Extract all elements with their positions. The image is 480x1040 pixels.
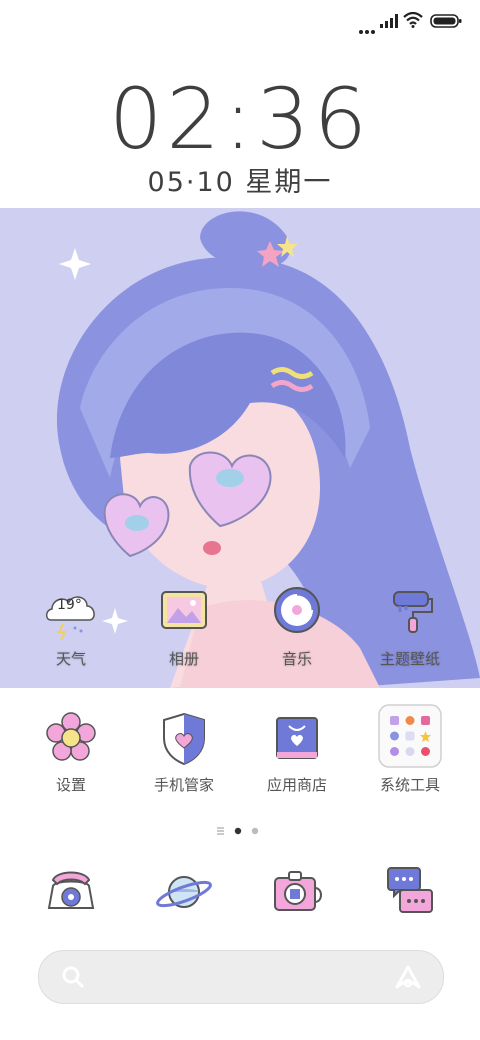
app-label: 相册 <box>168 650 199 668</box>
app-label: 应用商店 <box>266 776 327 794</box>
app-weather[interactable]: 19° 天气 <box>23 582 119 669</box>
paint-roller-icon <box>380 582 440 642</box>
gallery-icon <box>154 582 214 642</box>
signal-bars-icon <box>380 13 398 32</box>
more-dots-icon <box>358 20 376 39</box>
app-security[interactable]: 手机管家 <box>136 708 232 795</box>
phone-icon <box>41 862 101 922</box>
dock-browser[interactable] <box>136 862 232 922</box>
wifi-icon <box>403 11 423 32</box>
weather-temperature: 19° <box>57 597 82 613</box>
dock-messages[interactable] <box>362 862 458 922</box>
app-label: 主题壁纸 <box>379 650 440 668</box>
app-label: 音乐 <box>281 650 312 668</box>
app-tools-folder[interactable]: 系统工具 <box>362 704 458 795</box>
dock-camera[interactable] <box>249 862 345 922</box>
app-label: 手机管家 <box>153 776 214 794</box>
page-dots <box>217 827 259 835</box>
wallpaper-illustration: 19° 天气 相册 音乐 主题壁纸 <box>0 208 480 688</box>
flower-settings-icon <box>41 708 101 768</box>
tools-folder-icon <box>378 704 442 768</box>
clock-time[interactable]: 02:36 <box>0 70 480 168</box>
messages-icon <box>380 862 440 922</box>
clock-date[interactable]: 05·10 星期一 <box>0 160 480 199</box>
app-gallery[interactable]: 相册 <box>136 582 232 669</box>
app-music[interactable]: 音乐 <box>249 582 345 669</box>
battery-icon <box>430 13 462 32</box>
shield-heart-icon <box>154 708 214 768</box>
camera-icon <box>267 862 327 922</box>
app-store[interactable]: 应用商店 <box>249 708 345 795</box>
search-icon[interactable] <box>61 965 85 993</box>
search-bar[interactable] <box>38 950 444 1004</box>
app-label: 天气 <box>55 650 86 668</box>
status-bar <box>0 0 480 44</box>
store-bag-icon <box>267 708 327 768</box>
app-settings[interactable]: 设置 <box>23 708 119 795</box>
page-indicator[interactable] <box>0 823 480 837</box>
weather-cloud-icon: 19° <box>41 582 101 642</box>
assistant-icon[interactable] <box>393 963 423 995</box>
app-themes[interactable]: 主题壁纸 <box>362 582 458 669</box>
app-label: 系统工具 <box>379 776 440 794</box>
browser-planet-icon <box>154 862 214 922</box>
app-label: 设置 <box>55 776 86 794</box>
dock-phone[interactable] <box>23 862 119 922</box>
music-disc-icon <box>267 582 327 642</box>
